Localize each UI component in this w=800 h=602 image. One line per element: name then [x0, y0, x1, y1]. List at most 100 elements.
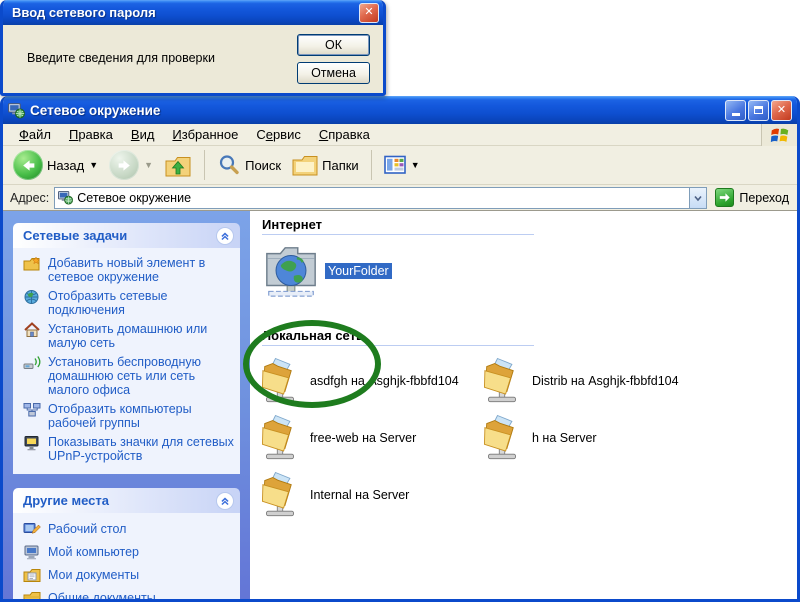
home-network-icon: [23, 322, 41, 338]
sidebar-item-shared-documents[interactable]: Общие документы: [23, 590, 234, 602]
network-share-icon: [262, 356, 298, 406]
address-bar: Адрес: Переход: [3, 185, 797, 211]
file-item-share[interactable]: asdfgh на Asghjk-fbbfd104: [262, 352, 484, 409]
menu-favorites[interactable]: Избранное: [163, 125, 247, 144]
chevron-up-icon[interactable]: [216, 492, 234, 510]
ok-button[interactable]: ОК: [297, 34, 370, 56]
close-icon[interactable]: ✕: [771, 100, 792, 121]
views-button[interactable]: ▼: [380, 153, 424, 177]
group-title-internet: Интернет: [262, 217, 785, 232]
file-item-share[interactable]: Distrib на Asghjk-fbbfd104: [484, 352, 785, 409]
toolbar: Назад ▼ ▼ Поиск Папки ▼: [3, 146, 797, 185]
task-pane: Сетевые задачи Добавить новый элемент в …: [3, 211, 250, 602]
views-dropdown-icon[interactable]: ▼: [411, 160, 420, 170]
menu-edit[interactable]: Правка: [60, 125, 122, 144]
menu-file[interactable]: Файл: [10, 125, 60, 144]
sidebar-item-add-network-place[interactable]: Добавить новый элемент в сетевое окружен…: [23, 256, 234, 284]
search-button[interactable]: Поиск: [213, 151, 285, 179]
search-label: Поиск: [245, 158, 281, 173]
file-item-yourfolder[interactable]: YourFolder: [262, 240, 785, 302]
window-title: Сетевое окружение: [30, 103, 720, 118]
network-share-icon: [262, 413, 298, 463]
maximize-icon[interactable]: [748, 100, 769, 121]
menu-view[interactable]: Вид: [122, 125, 164, 144]
dialog-titlebar[interactable]: Ввод сетевого пароля ✕: [3, 0, 383, 25]
views-icon: [384, 155, 406, 175]
address-combobox[interactable]: [54, 187, 707, 209]
menu-tools[interactable]: Сервис: [247, 125, 310, 144]
folders-icon: [292, 153, 318, 177]
network-share-icon: [262, 470, 298, 520]
back-label: Назад: [47, 158, 84, 173]
cancel-button[interactable]: Отмена: [297, 62, 370, 84]
address-input[interactable]: [77, 189, 685, 207]
panel-network-tasks: Сетевые задачи Добавить новый элемент в …: [13, 223, 240, 474]
back-arrow-icon: [13, 150, 43, 180]
menu-bar: Файл Правка Вид Избранное Сервис Справка: [3, 124, 797, 146]
chevron-up-icon[interactable]: [216, 227, 234, 245]
sidebar-item-network-connections[interactable]: Отобразить сетевые подключения: [23, 289, 234, 317]
add-network-place-icon: [23, 256, 41, 272]
network-folder-icon: [262, 241, 320, 301]
close-icon[interactable]: ✕: [359, 3, 379, 23]
file-item-share[interactable]: h на Server: [484, 409, 785, 466]
sidebar-item-desktop[interactable]: Рабочий стол: [23, 521, 234, 537]
panel-title: Другие места: [23, 493, 109, 508]
network-places-icon: [58, 190, 73, 205]
panel-other-places-header[interactable]: Другие места: [13, 488, 240, 513]
workgroup-computers-icon: [23, 402, 41, 418]
toolbar-separator: [204, 150, 205, 180]
toolbar-separator: [371, 150, 372, 180]
dialog-body: Введите сведения для проверки ОК Отмена: [3, 25, 383, 90]
desktop-icon: [23, 521, 41, 537]
shared-documents-icon: [23, 590, 41, 602]
dialog-title: Ввод сетевого пароля: [12, 5, 359, 20]
group-title-local-network: Локальная сеть: [262, 328, 785, 343]
address-dropdown-button[interactable]: [689, 188, 706, 208]
back-button[interactable]: Назад ▼: [9, 148, 102, 182]
sidebar-item-my-documents[interactable]: Мои документы: [23, 567, 234, 583]
sidebar-item-my-computer[interactable]: Мой компьютер: [23, 544, 234, 560]
group-rule: [262, 345, 534, 346]
desktop: { "colors": { "selection_blue": "#316AC5…: [0, 0, 800, 600]
folders-button[interactable]: Папки: [288, 151, 363, 179]
sidebar-item-wireless-network[interactable]: Установить беспроводную домашнюю сеть ил…: [23, 355, 234, 397]
explorer-window: Сетевое окружение ✕ Файл Правка Вид Избр…: [0, 96, 800, 602]
folder-content: Интернет YourFolder Локальная сеть asdfg…: [250, 211, 797, 602]
search-icon: [217, 153, 241, 177]
network-password-dialog: Ввод сетевого пароля ✕ Введите сведения …: [0, 0, 386, 96]
my-computer-icon: [23, 544, 41, 560]
group-rule: [262, 234, 534, 235]
up-button[interactable]: [160, 149, 196, 181]
sidebar-item-workgroup-computers[interactable]: Отобразить компьютеры рабочей группы: [23, 402, 234, 430]
go-label: Переход: [739, 191, 789, 205]
forward-arrow-icon: [109, 150, 139, 180]
windows-logo-icon: [761, 124, 797, 146]
back-dropdown-icon[interactable]: ▼: [89, 160, 98, 170]
minimize-icon[interactable]: [725, 100, 746, 121]
menu-help[interactable]: Справка: [310, 125, 379, 144]
chevron-down-icon: [692, 192, 704, 204]
go-arrow-icon: [715, 188, 734, 207]
sidebar-item-home-network[interactable]: Установить домашнюю или малую сеть: [23, 322, 234, 350]
network-share-icon: [484, 356, 520, 406]
network-share-icon: [484, 413, 520, 463]
dialog-message: Введите сведения для проверки: [27, 51, 215, 65]
panel-network-tasks-header[interactable]: Сетевые задачи: [13, 223, 240, 248]
forward-button[interactable]: ▼: [105, 148, 157, 182]
folders-label: Папки: [322, 158, 359, 173]
panel-other-places: Другие места Рабочий стол Мой компьютер: [13, 488, 240, 602]
sidebar-item-upnp-devices[interactable]: Показывать значки для сетевых UPnP-устро…: [23, 435, 234, 463]
address-label: Адрес:: [10, 191, 49, 205]
upnp-devices-icon: [23, 435, 41, 451]
window-titlebar[interactable]: Сетевое окружение ✕: [3, 96, 797, 124]
network-connections-icon: [23, 289, 41, 305]
forward-dropdown-icon: ▼: [144, 160, 153, 170]
wireless-network-icon: [23, 355, 41, 371]
go-button[interactable]: Переход: [712, 187, 792, 208]
file-item-share[interactable]: free-web на Server: [262, 409, 484, 466]
up-folder-icon: [164, 151, 192, 179]
panel-title: Сетевые задачи: [23, 228, 127, 243]
file-item-share[interactable]: Internal на Server: [262, 466, 484, 523]
selected-item-label[interactable]: YourFolder: [325, 263, 392, 279]
